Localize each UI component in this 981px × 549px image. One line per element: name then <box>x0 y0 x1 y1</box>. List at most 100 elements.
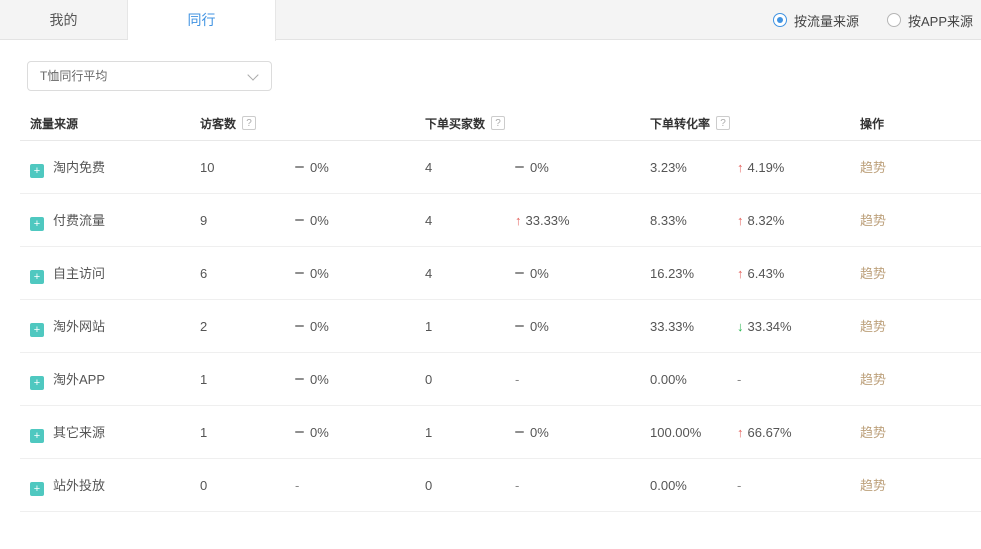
trend-link[interactable]: 趋势 <box>860 266 886 281</box>
arrow-up-icon: ↑ <box>737 425 744 440</box>
expand-plus-icon[interactable]: + <box>30 270 44 284</box>
source-label: 自主访问 <box>53 266 105 281</box>
flat-dash-icon <box>295 166 304 168</box>
table-body: +淘内免费 10 0% 4 0% 3.23% ↑4.19% 趋势 +付费流量 9… <box>20 141 981 512</box>
buyers-cell: 0 <box>425 459 432 512</box>
buyers-change-cell: 0% <box>515 300 549 353</box>
expand-plus-icon[interactable]: + <box>30 376 44 390</box>
source-label: 淘外网站 <box>53 319 105 334</box>
visitors-cell: 0 <box>200 459 207 512</box>
trend-link[interactable]: 趋势 <box>860 425 886 440</box>
conversion-cell: 0.00% <box>650 353 687 406</box>
source-label: 淘外APP <box>53 372 105 387</box>
buyers-change-cell: 0% <box>515 141 549 194</box>
visitors-change-cell: 0% <box>295 353 329 406</box>
header-visitors-label: 访客数 <box>200 117 236 131</box>
trend-link[interactable]: 趋势 <box>860 478 886 493</box>
header-order-buyers: 下单买家数? <box>425 108 505 141</box>
visitors-cell: 6 <box>200 247 207 300</box>
arrow-up-icon: ↑ <box>737 213 744 228</box>
visitors-change-cell: - <box>295 459 299 512</box>
action-cell: 趋势 <box>860 194 886 247</box>
visitors-change-cell: 0% <box>295 247 329 300</box>
visitors-cell: 1 <box>200 353 207 406</box>
flat-dash-icon <box>295 325 304 327</box>
source-cell: + 其它来源 <box>30 406 105 459</box>
trend-link[interactable]: 趋势 <box>860 160 886 175</box>
buyers-change-cell: - <box>515 353 519 406</box>
visitors-change-cell: 0% <box>295 406 329 459</box>
flat-dash-icon <box>515 166 524 168</box>
source-cell: + 付费流量 <box>30 194 105 247</box>
source-label: 付费流量 <box>53 213 105 228</box>
table-row: +站外投放 0 - 0 - 0.00% - 趋势 <box>20 459 981 512</box>
conversion-change-cell: ↑4.19% <box>737 141 784 194</box>
tab-mine[interactable]: 我的 <box>0 0 128 39</box>
expand-plus-icon[interactable]: + <box>30 217 44 231</box>
table-row: +付费流量 9 0% 4 ↑33.33% 8.33% ↑8.32% 趋势 <box>20 194 981 247</box>
table-header-row: 流量来源 访客数? 下单买家数? 下单转化率? 操作 <box>20 108 981 141</box>
radio-by-app-source[interactable]: 按APP来源 <box>887 11 973 30</box>
buyers-change-cell: ↑33.33% <box>515 194 570 247</box>
action-cell: 趋势 <box>860 353 886 406</box>
action-cell: 趋势 <box>860 300 886 353</box>
action-cell: 趋势 <box>860 141 886 194</box>
conversion-cell: 100.00% <box>650 406 701 459</box>
visitors-change-cell: 0% <box>295 300 329 353</box>
visitors-cell: 1 <box>200 406 207 459</box>
trend-link[interactable]: 趋势 <box>860 213 886 228</box>
help-icon[interactable]: ? <box>491 116 505 130</box>
select-value: T恤同行平均 <box>40 69 107 83</box>
buyers-cell: 4 <box>425 194 432 247</box>
conversion-change-cell: ↑8.32% <box>737 194 784 247</box>
buyers-change-cell: - <box>515 459 519 512</box>
arrow-up-icon: ↑ <box>737 266 744 281</box>
radio-unselected-icon <box>887 13 901 27</box>
conversion-cell: 3.23% <box>650 141 687 194</box>
arrow-down-icon: ↓ <box>737 319 744 334</box>
radio-selected-icon <box>773 13 787 27</box>
source-cell: + 淘内免费 <box>30 141 105 194</box>
conversion-change-cell: ↑66.67% <box>737 406 792 459</box>
trend-link[interactable]: 趋势 <box>860 372 886 387</box>
conversion-cell: 8.33% <box>650 194 687 247</box>
source-label: 其它来源 <box>53 425 105 440</box>
help-icon[interactable]: ? <box>242 116 256 130</box>
buyers-cell: 4 <box>425 247 432 300</box>
flat-dash-icon <box>295 431 304 433</box>
flat-dash-icon <box>515 325 524 327</box>
radio-by-app-label: 按APP来源 <box>908 11 973 30</box>
tab-bar: 我的 同行 按流量来源 按APP来源 <box>0 0 981 40</box>
expand-plus-icon[interactable]: + <box>30 323 44 337</box>
conversion-cell: 0.00% <box>650 459 687 512</box>
arrow-up-icon: ↑ <box>515 213 522 228</box>
traffic-source-table: 流量来源 访客数? 下单买家数? 下单转化率? 操作 +淘内免费 10 0% 4… <box>20 108 981 512</box>
expand-plus-icon[interactable]: + <box>30 164 44 178</box>
chevron-down-icon <box>247 69 258 80</box>
expand-plus-icon[interactable]: + <box>30 482 44 496</box>
flat-dash-icon <box>515 431 524 433</box>
source-mode-radio-group: 按流量来源 按APP来源 <box>773 0 973 40</box>
table-row: +淘外APP 1 0% 0 - 0.00% - 趋势 <box>20 353 981 406</box>
peer-average-select[interactable]: T恤同行平均 <box>27 61 272 91</box>
conversion-change-cell: ↑6.43% <box>737 247 784 300</box>
conversion-cell: 33.33% <box>650 300 694 353</box>
flat-dash-icon <box>295 378 304 380</box>
tab-peers[interactable]: 同行 <box>128 0 276 41</box>
help-icon[interactable]: ? <box>716 116 730 130</box>
header-action: 操作 <box>860 108 884 141</box>
radio-by-traffic-source[interactable]: 按流量来源 <box>773 11 859 30</box>
buyers-cell: 1 <box>425 406 432 459</box>
buyers-cell: 1 <box>425 300 432 353</box>
visitors-cell: 10 <box>200 141 214 194</box>
trend-link[interactable]: 趋势 <box>860 319 886 334</box>
expand-plus-icon[interactable]: + <box>30 429 44 443</box>
table-row: +淘内免费 10 0% 4 0% 3.23% ↑4.19% 趋势 <box>20 141 981 194</box>
visitors-change-cell: 0% <box>295 141 329 194</box>
source-label: 淘内免费 <box>53 160 105 175</box>
action-cell: 趋势 <box>860 406 886 459</box>
source-cell: + 淘外网站 <box>30 300 105 353</box>
table-row: +其它来源 1 0% 1 0% 100.00% ↑66.67% 趋势 <box>20 406 981 459</box>
buyers-cell: 0 <box>425 353 432 406</box>
source-label: 站外投放 <box>53 478 105 493</box>
